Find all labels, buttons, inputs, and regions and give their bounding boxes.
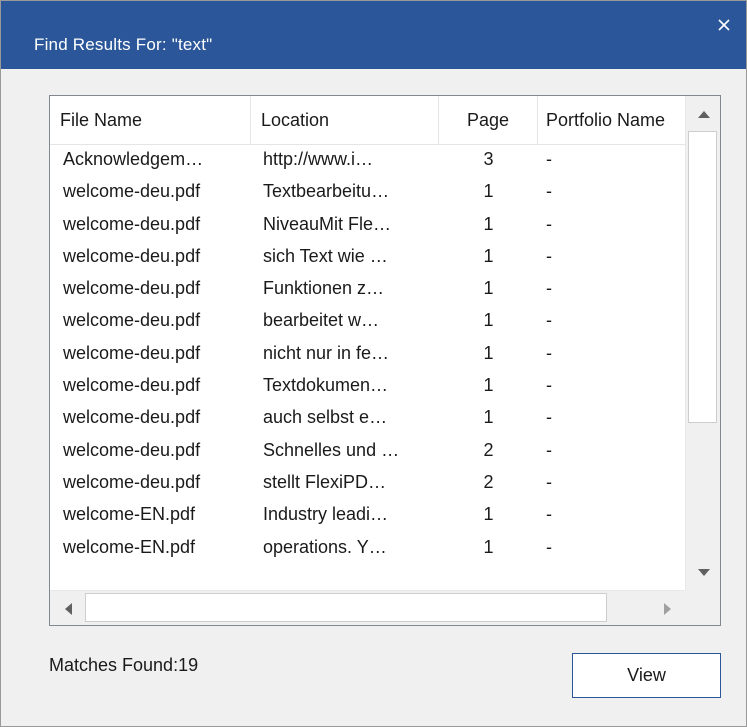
cell-file-name: welcome-deu.pdf bbox=[63, 245, 201, 266]
cell-location: http://www.i… bbox=[263, 149, 374, 169]
cell-location: Industry leadi… bbox=[263, 504, 389, 525]
cell-portfolio-name: - bbox=[546, 471, 552, 492]
vertical-scrollbar[interactable] bbox=[685, 96, 720, 590]
table-row[interactable]: welcome-deu.pdf auch selbst e… 1 - bbox=[50, 402, 685, 434]
horizontal-scrollbar[interactable] bbox=[50, 590, 685, 625]
cell-portfolio-name: - bbox=[546, 439, 552, 460]
scroll-up-arrow-icon[interactable] bbox=[686, 96, 721, 131]
cell-file-name: welcome-deu.pdf bbox=[63, 342, 201, 363]
matches-found-label: Matches Found:19 bbox=[49, 655, 199, 675]
cell-file-name: welcome-deu.pdf bbox=[63, 181, 201, 202]
cell-page: 1 bbox=[483, 181, 494, 202]
cell-file-name: welcome-deu.pdf bbox=[63, 310, 201, 331]
cell-page: 2 bbox=[483, 439, 494, 460]
column-header-location[interactable]: Location bbox=[251, 96, 439, 144]
cell-portfolio-name: - bbox=[546, 504, 552, 525]
cell-page: 1 bbox=[483, 375, 494, 396]
vertical-scroll-thumb[interactable] bbox=[688, 131, 717, 423]
column-header-file-name[interactable]: File Name bbox=[50, 96, 251, 144]
table-row[interactable]: welcome-deu.pdf stellt FlexiPD… 2 - bbox=[50, 467, 685, 499]
cell-portfolio-name: - bbox=[546, 375, 552, 396]
cell-file-name: welcome-deu.pdf bbox=[63, 407, 201, 428]
table-row[interactable]: welcome-EN.pdf operations. Y… 1 - bbox=[50, 532, 685, 564]
table-header: File Name Location Page Portfolio Name bbox=[50, 96, 685, 145]
find-results-dialog: Find Results For: "text" File Name Locat… bbox=[0, 0, 747, 727]
table-row[interactable]: welcome-deu.pdf NiveauMit Fle… 1 - bbox=[50, 209, 685, 241]
cell-file-name: welcome-deu.pdf bbox=[63, 278, 201, 299]
close-icon[interactable] bbox=[710, 11, 738, 39]
cell-portfolio-name: - bbox=[546, 149, 552, 169]
cell-location: Textbearbeitu… bbox=[263, 181, 390, 202]
cell-page: 1 bbox=[483, 536, 494, 557]
cell-page: 1 bbox=[483, 504, 494, 525]
cell-location: Schnelles und … bbox=[263, 439, 400, 460]
scroll-left-arrow-icon[interactable] bbox=[50, 591, 85, 626]
title-bar: Find Results For: "text" bbox=[1, 1, 746, 69]
cell-file-name: welcome-EN.pdf bbox=[63, 536, 196, 557]
cell-file-name: welcome-deu.pdf bbox=[63, 439, 201, 460]
table-row[interactable]: Acknowledgem… http://www.i… 3 - bbox=[50, 144, 685, 176]
column-header-portfolio-name[interactable]: Portfolio Name bbox=[538, 96, 685, 144]
cell-location: NiveauMit Fle… bbox=[263, 213, 392, 234]
column-header-page[interactable]: Page bbox=[439, 96, 538, 144]
cell-portfolio-name: - bbox=[546, 278, 552, 299]
cell-file-name: welcome-deu.pdf bbox=[63, 471, 201, 492]
cell-page: 1 bbox=[483, 213, 494, 234]
cell-location: Funktionen z… bbox=[263, 278, 385, 299]
cell-page: 1 bbox=[483, 245, 494, 266]
cell-portfolio-name: - bbox=[546, 407, 552, 428]
cell-file-name: welcome-EN.pdf bbox=[63, 504, 196, 525]
table-row[interactable]: welcome-deu.pdf Textdokumen… 1 - bbox=[50, 370, 685, 402]
cell-portfolio-name: - bbox=[546, 213, 552, 234]
horizontal-scroll-thumb[interactable] bbox=[85, 593, 607, 622]
cell-page: 1 bbox=[483, 278, 494, 299]
dialog-title: Find Results For: "text" bbox=[34, 35, 213, 54]
scroll-down-arrow-icon[interactable] bbox=[686, 555, 721, 590]
cell-file-name: welcome-deu.pdf bbox=[63, 375, 201, 396]
cell-file-name: welcome-deu.pdf bbox=[63, 213, 201, 234]
view-button[interactable]: View bbox=[572, 653, 721, 698]
table-row[interactable]: welcome-deu.pdf Textbearbeitu… 1 - bbox=[50, 176, 685, 208]
cell-location: auch selbst e… bbox=[263, 407, 388, 428]
table-row[interactable]: welcome-deu.pdf nicht nur in fe… 1 - bbox=[50, 338, 685, 370]
cell-portfolio-name: - bbox=[546, 310, 552, 331]
cell-page: 1 bbox=[483, 342, 494, 363]
cell-page: 1 bbox=[483, 407, 494, 428]
cell-file-name: Acknowledgem… bbox=[63, 149, 204, 169]
scrollbar-corner bbox=[685, 590, 720, 625]
cell-page: 2 bbox=[483, 471, 494, 492]
table-row[interactable]: welcome-deu.pdf bearbeitet w… 1 - bbox=[50, 305, 685, 337]
cell-portfolio-name: - bbox=[546, 342, 552, 363]
cell-page: 1 bbox=[483, 310, 494, 331]
cell-location: bearbeitet w… bbox=[263, 310, 380, 331]
cell-location: sich Text wie … bbox=[263, 245, 388, 266]
cell-portfolio-name: - bbox=[546, 245, 552, 266]
scroll-right-arrow-icon[interactable] bbox=[650, 591, 685, 626]
table-row[interactable]: welcome-EN.pdf Industry leadi… 1 - bbox=[50, 499, 685, 531]
table-body: Acknowledgem… http://www.i… 3- welcome-deu.… bbox=[50, 144, 685, 564]
cell-portfolio-name: - bbox=[546, 536, 552, 557]
cell-location: operations. Y… bbox=[263, 536, 387, 557]
table-row[interactable]: welcome-deu.pdf Schnelles und … 2 - bbox=[50, 435, 685, 467]
results-table[interactable]: File Name Location Page Portfolio Name A… bbox=[49, 95, 721, 626]
cell-location: stellt FlexiPD… bbox=[263, 471, 387, 492]
cell-location: nicht nur in fe… bbox=[263, 342, 390, 363]
cell-page: 3 bbox=[483, 149, 494, 169]
table-row[interactable]: welcome-deu.pdf Funktionen z… 1 - bbox=[50, 273, 685, 305]
cell-location: Textdokumen… bbox=[263, 375, 389, 396]
cell-portfolio-name: - bbox=[546, 181, 552, 202]
table-row[interactable]: welcome-deu.pdf sich Text wie … 1 - bbox=[50, 241, 685, 273]
